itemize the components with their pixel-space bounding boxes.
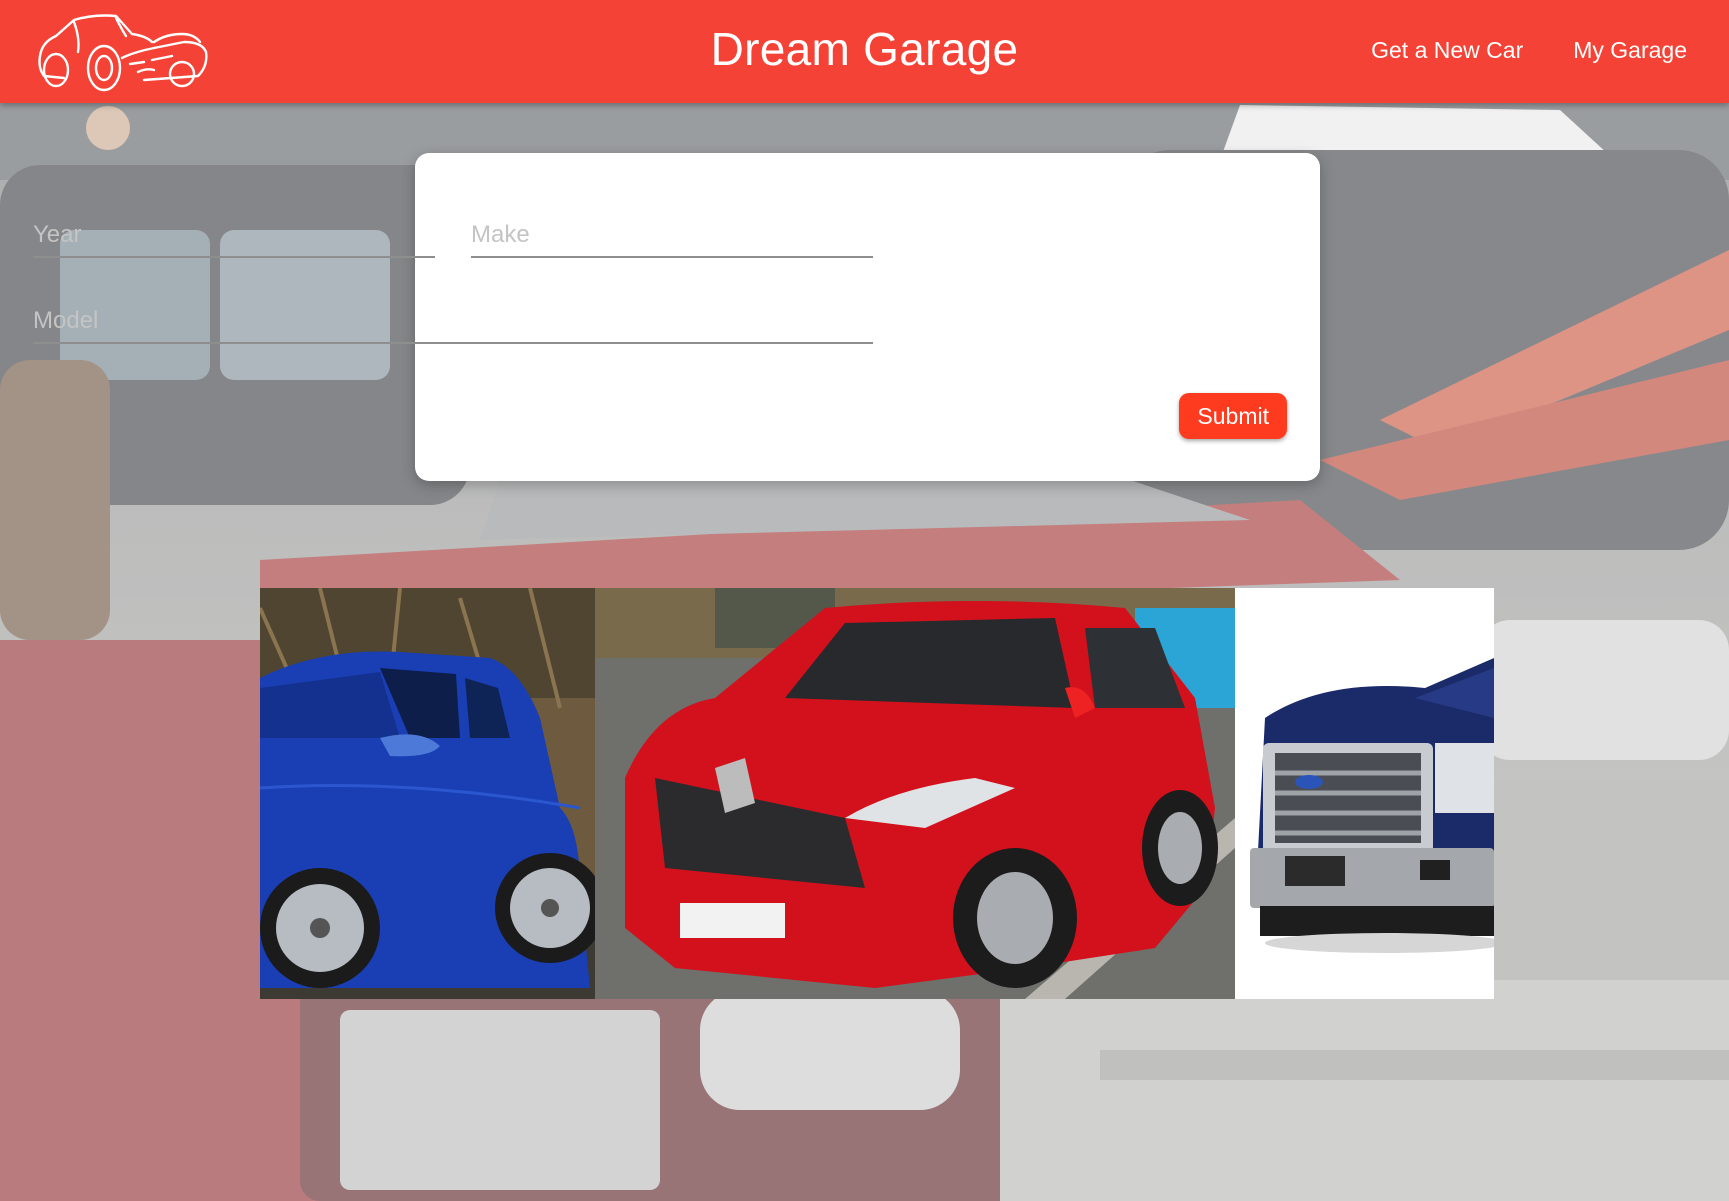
model-field [33, 286, 873, 344]
header-bar: Dream Garage Get a New Car My Garage [0, 0, 1729, 103]
model-input[interactable] [33, 286, 873, 342]
year-field [33, 200, 435, 258]
main-nav: Get a New Car My Garage [1371, 37, 1687, 64]
nav-get-new-car-link[interactable]: Get a New Car [1371, 37, 1523, 64]
red-suv-image [595, 588, 1235, 999]
make-input[interactable] [471, 200, 873, 256]
car-entry-form: Submit [33, 153, 1320, 481]
car-photo-gallery [260, 588, 1494, 999]
blue-truck-image [1235, 588, 1494, 999]
blue-sedan-image [260, 588, 595, 999]
make-field [471, 200, 873, 258]
gallery-photo-blue-truck[interactable] [1235, 588, 1494, 999]
submit-button[interactable]: Submit [1179, 393, 1287, 439]
gallery-photo-blue-sedan[interactable] [260, 588, 595, 999]
year-input[interactable] [33, 200, 435, 256]
gallery-photo-red-suv[interactable] [595, 588, 1235, 999]
nav-my-garage-link[interactable]: My Garage [1573, 37, 1687, 64]
